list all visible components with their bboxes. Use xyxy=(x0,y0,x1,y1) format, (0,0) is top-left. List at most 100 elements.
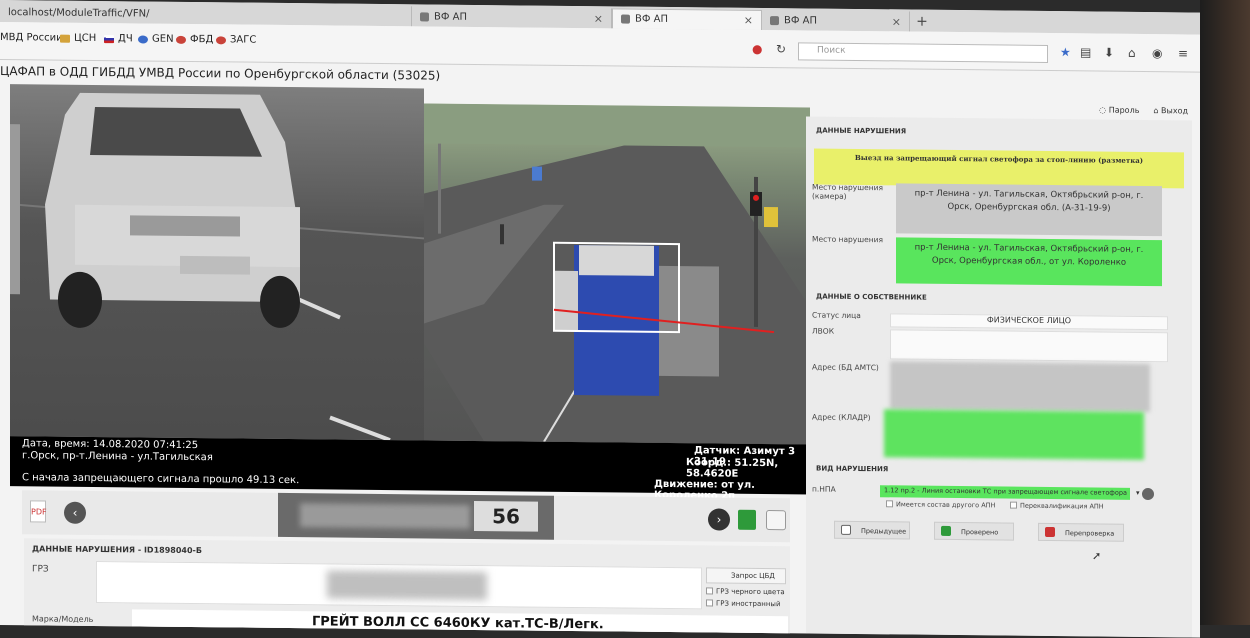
bookmark-icon xyxy=(176,35,186,44)
monitor-bezel xyxy=(1200,0,1250,625)
bookmark-icon xyxy=(138,34,148,44)
plate-region: 56 xyxy=(474,500,538,532)
prev-button[interactable]: Предыдущее xyxy=(834,520,910,540)
page-title: ЦАФАП в ОДД ГИБДД УМВД России по Оренбур… xyxy=(0,64,440,83)
intersection-image xyxy=(424,103,810,445)
elapsed-text: С начала запрещающего сигнала прошло 49.… xyxy=(22,472,300,487)
tab-label: ВФ АП xyxy=(434,11,468,23)
bookmark[interactable]: ДЧ xyxy=(104,33,133,44)
bookmark-label: GEN xyxy=(152,33,174,45)
bookmark-label: МВД России xyxy=(0,32,63,44)
search-input[interactable]: Поиск xyxy=(798,42,1048,63)
browser-tab-active[interactable]: ВФ АП × xyxy=(612,8,762,30)
vehicle-closeup-image xyxy=(10,92,424,441)
model-label: Марка/Модель xyxy=(32,614,94,624)
flag-icon xyxy=(104,34,114,43)
gear-icon[interactable] xyxy=(1142,487,1154,501)
prev-photo-button[interactable]: ‹ xyxy=(64,501,86,524)
chevron-down-icon[interactable]: ▾ xyxy=(1136,489,1140,497)
reload-icon[interactable]: ↻ xyxy=(776,42,786,56)
close-tab-icon[interactable]: × xyxy=(882,15,901,28)
bookmark[interactable]: GEN xyxy=(138,33,174,45)
addr-amts-blurred xyxy=(890,361,1150,413)
lvok-field[interactable] xyxy=(890,329,1168,363)
logout-link[interactable]: ⌂ Выход xyxy=(1153,106,1188,115)
camera-icon[interactable] xyxy=(766,510,786,531)
video-icon[interactable] xyxy=(738,509,756,530)
bookmark-icon xyxy=(216,35,226,44)
cbd-request-button[interactable]: Запрос ЦБД xyxy=(706,567,786,585)
bookmark-label: ФБД xyxy=(190,33,214,46)
violation-data-panel: ДАННЫЕ НАРУШЕНИЯ - ID1898040-Б ГРЗ Запро… xyxy=(24,538,790,638)
vehicle-closeup-photo xyxy=(10,84,424,441)
recheck-button-label: Перепроверка xyxy=(1065,529,1115,538)
pdf-icon[interactable]: PDF xyxy=(30,500,47,523)
datetime-text: Дата, время: 14.08.2020 07:41:25 xyxy=(22,438,199,452)
checkbox-box xyxy=(706,587,713,595)
bookmark-icon xyxy=(60,34,70,43)
sync-icon[interactable]: ◉ xyxy=(1152,46,1162,60)
bookmark-label: ЦСН xyxy=(74,32,97,45)
check-icon xyxy=(941,525,951,536)
grz-label: ГРЗ xyxy=(32,564,49,575)
clipboard-icon[interactable]: ▤ xyxy=(1080,45,1091,59)
grz-blurred xyxy=(327,570,487,601)
password-link[interactable]: ◌ Пароль xyxy=(1099,106,1139,115)
section-owner: ДАННЫЕ О СОБСТВЕННИКЕ xyxy=(816,292,927,302)
photo-toolbar: PDF ‹ 56 › xyxy=(22,490,790,543)
status-field[interactable]: ФИЗИЧЕСКОЕ ЛИЦО xyxy=(890,313,1168,331)
tab-label: ВФ АП xyxy=(635,13,669,25)
place-field: пр-т Ленина - ул. Тагильская, Октябрьски… xyxy=(896,237,1162,287)
page-title-code: (53025) xyxy=(392,68,441,83)
lvok-label: ЛВОК xyxy=(812,326,835,336)
bookmark[interactable]: МВД России xyxy=(0,32,63,44)
new-tab-button[interactable]: + xyxy=(910,12,934,32)
browser-tab[interactable]: ВФ АП × xyxy=(762,9,910,32)
tab-favicon xyxy=(621,14,630,24)
page-title-text: ЦАФАП в ОДД ГИБДД УМВД России по Оренбур… xyxy=(0,64,389,83)
bookmark[interactable]: ЗАГС xyxy=(216,34,257,46)
pocket-icon[interactable]: ● xyxy=(752,42,762,56)
checked-button[interactable]: Проверено xyxy=(934,521,1014,541)
bookmark-label: ЗАГС xyxy=(230,34,257,46)
foreign-plate-checkbox[interactable]: ГРЗ иностранный xyxy=(706,599,781,608)
prev-icon xyxy=(841,524,851,535)
black-plate-checkbox[interactable]: ГРЗ черного цвета xyxy=(706,587,785,596)
section-violation: ДАННЫЕ НАРУШЕНИЯ xyxy=(816,126,907,136)
other-apn-checkbox[interactable]: Имеется состав другого АПН xyxy=(886,500,995,509)
checkbox-box xyxy=(1010,501,1017,509)
menu-icon[interactable]: ≡ xyxy=(1178,46,1188,60)
npa-select[interactable]: 1.12 пр.2 - Линия остановки ТС при запре… xyxy=(880,485,1130,500)
recheck-button[interactable]: Перепроверка xyxy=(1038,522,1124,542)
next-photo-button[interactable]: › xyxy=(708,508,730,531)
status-label: Статус лица xyxy=(812,310,861,321)
close-tab-icon[interactable]: × xyxy=(734,14,753,27)
place-camera-label: Место нарушения (камера) xyxy=(812,182,884,201)
close-tab-icon[interactable]: × xyxy=(584,12,603,25)
bookmark-label: ДЧ xyxy=(118,33,133,45)
bookmark[interactable]: ФБД xyxy=(176,34,213,45)
tab-label: ВФ АП xyxy=(784,14,818,27)
model-field[interactable]: ГРЕЙТ ВОЛЛ СС 6460КУ кат.ТС-В/Легк. xyxy=(132,609,788,638)
home-icon[interactable]: ⌂ xyxy=(1128,46,1136,60)
recheck-icon xyxy=(1045,526,1055,538)
photo-info-strip: Дата, время: 14.08.2020 07:41:25 г.Орск,… xyxy=(10,436,810,502)
browser-tab[interactable]: ВФ АП × xyxy=(412,6,612,29)
right-panel: ДАННЫЕ НАРУШЕНИЯ Выезд на запрещающий си… xyxy=(806,116,1192,638)
violation-header: ДАННЫЕ НАРУШЕНИЯ - ID1898040-Б xyxy=(32,544,202,556)
monitor-screen: localhost/ModuleTraffic/VFN/ ВФ АП × ВФ А… xyxy=(0,0,1200,638)
checkbox-label: ГРЗ черного цвета xyxy=(716,587,785,597)
grz-field[interactable] xyxy=(96,561,702,610)
requal-checkbox[interactable]: Переквалификация АПН xyxy=(1010,501,1104,511)
download-icon[interactable]: ⬇ xyxy=(1104,46,1114,60)
cbd-request-label: Запрос ЦБД xyxy=(731,571,775,581)
logout-link-label: Выход xyxy=(1161,106,1188,116)
checkbox-box xyxy=(706,599,713,607)
plate-photo: 56 xyxy=(278,492,554,540)
place-text: г.Орск, пр-т.Ленина - ул.Тагильская xyxy=(22,450,213,464)
star-icon[interactable]: ★ xyxy=(1060,45,1071,59)
section-type: ВИД НАРУШЕНИЯ xyxy=(816,464,889,474)
checked-button-label: Проверено xyxy=(961,528,999,537)
bookmark[interactable]: ЦСН xyxy=(60,33,96,44)
mouse-cursor-icon: ➚ xyxy=(1092,549,1102,563)
